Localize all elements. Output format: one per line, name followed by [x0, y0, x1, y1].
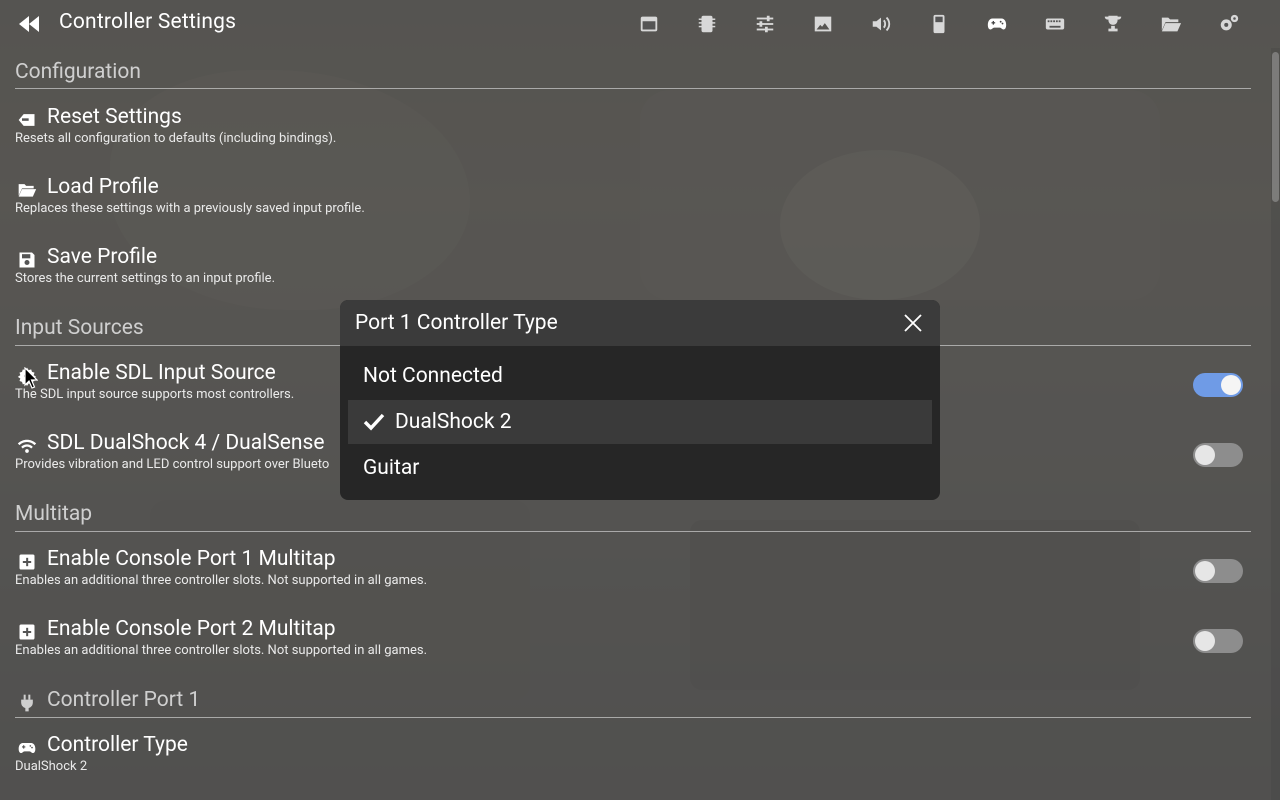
nav-system-button[interactable] [736, 8, 794, 40]
section-configuration: Configuration [15, 60, 141, 84]
scrollbar-thumb[interactable] [1272, 52, 1279, 202]
save-profile-item[interactable]: Save Profile Stores the current settings… [15, 245, 1251, 293]
nav-advanced-button[interactable] [1200, 8, 1258, 40]
option-not-connected[interactable]: Not Connected [348, 354, 932, 398]
settings-category-nav [620, 8, 1258, 40]
page-title: Controller Settings [59, 10, 237, 34]
trophy-icon [1104, 15, 1122, 32]
plus-square-icon [15, 551, 39, 573]
multitap-port1-label: Enable Console Port 1 Multitap [47, 547, 336, 571]
eraser-icon [15, 109, 39, 131]
dialog-close-button[interactable] [902, 312, 924, 334]
image-icon [814, 16, 832, 32]
multitap-port2-label: Enable Console Port 2 Multitap [47, 617, 336, 641]
section-controller-port-1: Controller Port 1 [15, 688, 1251, 716]
top-bar: Controller Settings [0, 0, 1280, 48]
reset-settings-label: Reset Settings [47, 105, 182, 129]
sliders-icon [756, 15, 774, 33]
wifi-icon [15, 435, 39, 457]
sdl-dualshock-desc: Provides vibration and LED control suppo… [15, 457, 330, 472]
nav-audio-button[interactable] [852, 8, 910, 40]
memory-card-icon [933, 14, 945, 34]
load-profile-label: Load Profile [47, 175, 159, 199]
nav-summary-button[interactable] [620, 8, 678, 40]
load-profile-desc: Replaces these settings with a previousl… [15, 201, 365, 216]
multitap-port2-desc: Enables an additional three controller s… [15, 643, 428, 658]
option-label: Not Connected [363, 364, 503, 388]
volume-icon [872, 16, 891, 32]
nav-folders-button[interactable] [1142, 8, 1200, 40]
reset-settings-item[interactable]: Reset Settings Resets all configuration … [15, 105, 1251, 153]
plug-icon [15, 692, 39, 714]
controller-type-item[interactable]: Controller Type DualShock 2 [15, 733, 1251, 781]
controller-port-1-heading: Controller Port 1 [47, 688, 201, 712]
section-divider [15, 531, 1251, 532]
section-divider [15, 717, 1251, 718]
nav-hotkeys-button[interactable] [1026, 8, 1084, 40]
sdl-dualshock-label: SDL DualShock 4 / DualSense [47, 431, 325, 455]
controller-type-dialog: Port 1 Controller Type Not Connected Dua… [340, 300, 940, 500]
enable-sdl-toggle[interactable] [1193, 373, 1243, 397]
save-icon [15, 249, 39, 271]
checkmark-icon [363, 413, 385, 431]
keyboard-icon [1045, 18, 1065, 30]
multitap-port2-toggle[interactable] [1193, 629, 1243, 653]
plus-square-icon [15, 621, 39, 643]
section-input-sources: Input Sources [15, 316, 144, 340]
dialog-title: Port 1 Controller Type [355, 311, 558, 335]
nav-emulation-button[interactable] [678, 8, 736, 40]
dialog-header: Port 1 Controller Type [340, 300, 940, 346]
controller-type-value: DualShock 2 [15, 759, 88, 774]
double-chevron-left-icon [19, 16, 39, 32]
folder-icon [1161, 17, 1182, 32]
toggle-knob [1195, 561, 1215, 581]
folder-open-icon [15, 179, 39, 201]
mouse-cursor-icon [24, 367, 38, 389]
section-multitap: Multitap [15, 502, 93, 526]
nav-achievements-button[interactable] [1084, 8, 1142, 40]
gamepad-icon [15, 737, 39, 759]
controller-type-label: Controller Type [47, 733, 188, 757]
option-guitar[interactable]: Guitar [348, 446, 932, 490]
reset-settings-desc: Resets all configuration to defaults (in… [15, 131, 337, 146]
multitap-port1-desc: Enables an additional three controller s… [15, 573, 428, 588]
sdl-dualshock-toggle[interactable] [1193, 443, 1243, 467]
nav-graphics-button[interactable] [794, 8, 852, 40]
enable-sdl-label: Enable SDL Input Source [47, 361, 276, 385]
gamepad-icon [987, 18, 1007, 30]
close-icon [904, 314, 922, 332]
toggle-knob [1221, 375, 1241, 395]
advanced-gears-icon [1220, 14, 1239, 31]
chip-icon [698, 15, 716, 33]
section-divider [15, 88, 1251, 89]
summary-icon [640, 16, 658, 32]
save-profile-label: Save Profile [47, 245, 158, 269]
option-label: Guitar [363, 456, 420, 480]
option-label: DualShock 2 [395, 410, 512, 434]
option-dualshock-2[interactable]: DualShock 2 [348, 400, 932, 444]
enable-sdl-desc: The SDL input source supports most contr… [15, 387, 295, 402]
multitap-port1-item[interactable]: Enable Console Port 1 Multitap Enables a… [15, 547, 1251, 595]
multitap-port1-toggle[interactable] [1193, 559, 1243, 583]
toggle-knob [1195, 445, 1215, 465]
back-button[interactable] [15, 10, 43, 38]
nav-controllers-button[interactable] [968, 8, 1026, 40]
nav-memory-cards-button[interactable] [910, 8, 968, 40]
toggle-knob [1195, 631, 1215, 651]
load-profile-item[interactable]: Load Profile Replaces these settings wit… [15, 175, 1251, 223]
multitap-port2-item[interactable]: Enable Console Port 2 Multitap Enables a… [15, 617, 1251, 665]
save-profile-desc: Stores the current settings to an input … [15, 271, 275, 286]
